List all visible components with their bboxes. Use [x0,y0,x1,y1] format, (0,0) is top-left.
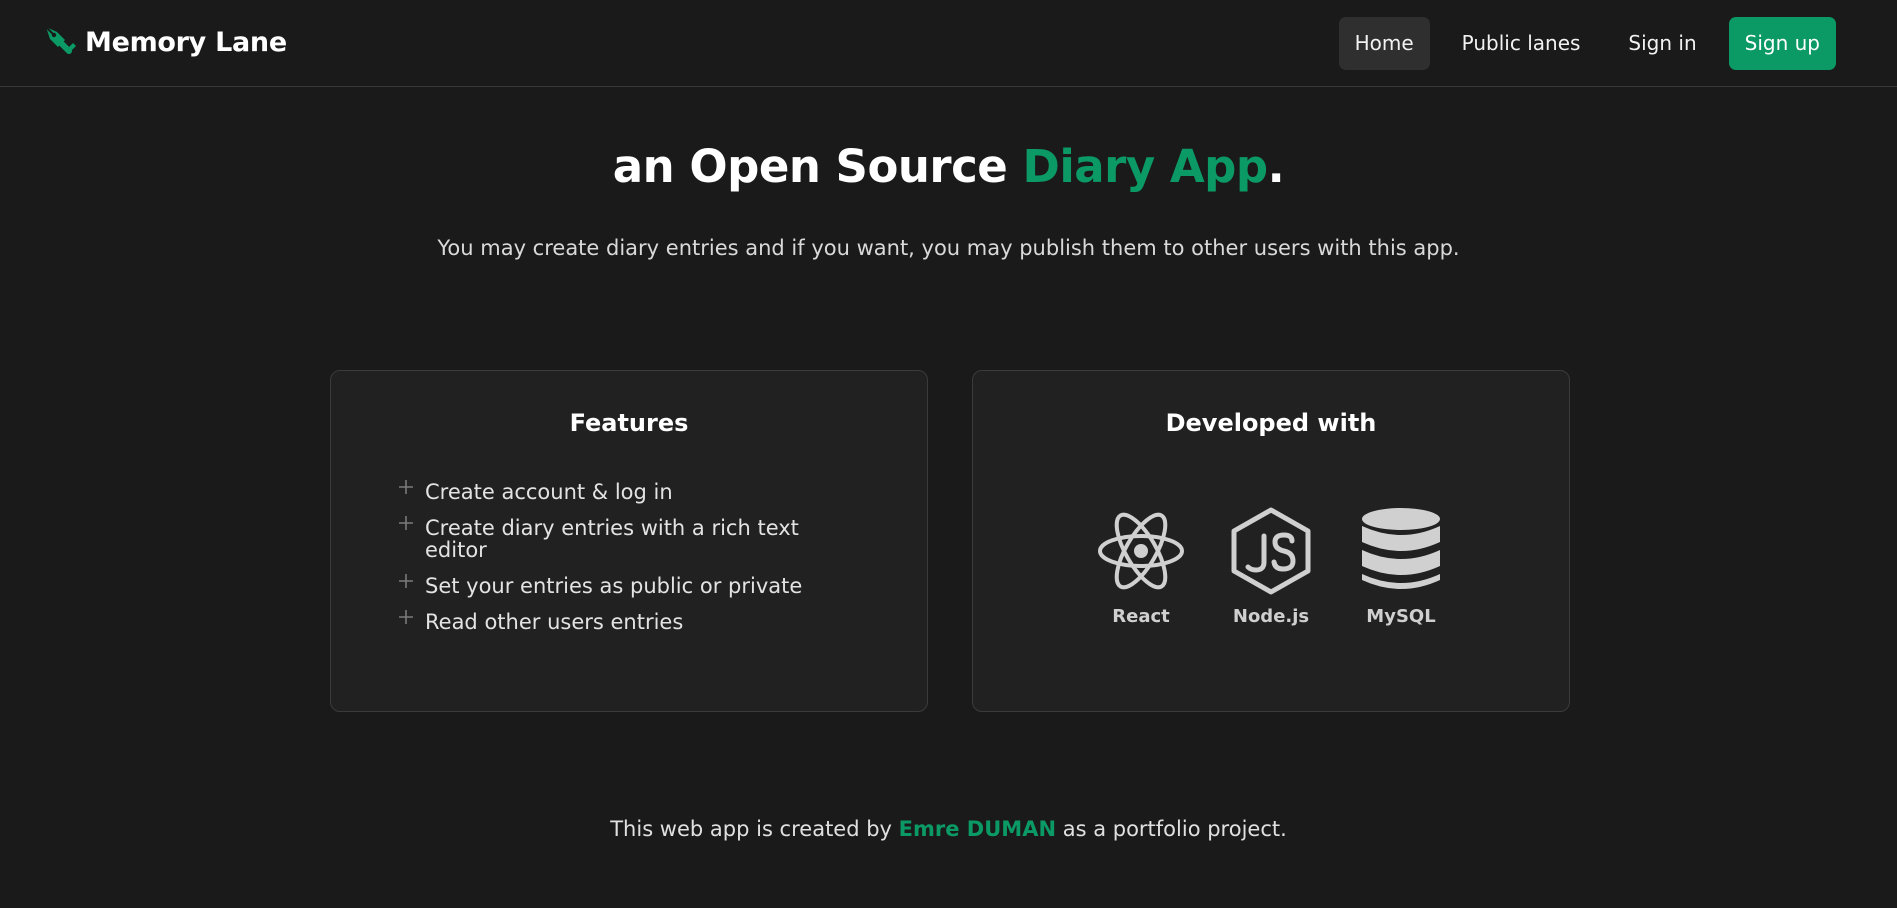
feature-text: Read other users entries [425,610,684,634]
tech-label: MySQL [1366,606,1436,627]
nav-links: Home Public lanes Sign in Sign up [1338,17,1836,70]
plus-icon [399,516,413,530]
footer-credit: This web app is created by Emre DUMAN as… [0,817,1897,841]
features-title: Features [569,409,689,437]
brand-logo-link[interactable]: Memory Lane [42,22,287,62]
react-icon [1098,512,1184,590]
fountain-pen-icon [45,26,76,54]
hero-title-prefix: an Open Source [612,140,1023,193]
author-link[interactable]: Emre DUMAN [899,817,1056,841]
hero-subtitle: You may create diary entries and if you … [437,236,1460,260]
feature-text: Create account & log in [425,480,673,504]
plus-icon [399,610,413,624]
nav-home-link[interactable]: Home [1338,17,1430,70]
brand-name: Memory Lane [85,26,287,58]
footer-prefix: This web app is created by [610,817,899,841]
footer-suffix: as a portfolio project. [1056,817,1287,841]
sign-up-button[interactable]: Sign up [1728,17,1836,70]
tech-card: Developed with React Node.js MySQL [972,370,1570,712]
feature-text: Create diary entries with a rich text ed… [425,516,799,562]
tech-item-react: React [1093,506,1189,627]
feature-item: Set your entries as public or private [397,574,817,598]
tech-item-mysql: MySQL [1353,506,1449,627]
features-list: Create account & log in Create diary ent… [397,480,817,647]
plus-icon [399,480,413,494]
features-card: Features Create account & log in Create … [330,370,928,712]
hero-title: an Open Source Diary App. [0,140,1897,193]
nodejs-icon [1231,507,1311,595]
database-icon [1362,508,1440,589]
hero-title-accent: Diary App [1022,140,1268,193]
tech-label: React [1112,606,1170,627]
feature-text: Set your entries as public or private [425,574,803,598]
feature-item: Create diary entries with a rich text ed… [397,516,817,562]
nav-sign-in-link[interactable]: Sign in [1612,17,1712,70]
tech-title: Developed with [1165,409,1377,437]
tech-list: React Node.js MySQL [973,506,1569,627]
tech-item-nodejs: Node.js [1223,506,1319,627]
plus-icon [399,574,413,588]
tech-label: Node.js [1232,606,1310,627]
nav-public-lanes-link[interactable]: Public lanes [1446,17,1597,70]
navbar: Memory Lane Home Public lanes Sign in Si… [0,0,1897,87]
hero-title-suffix: . [1267,140,1285,193]
feature-item: Read other users entries [397,610,817,634]
feature-item: Create account & log in [397,480,817,504]
